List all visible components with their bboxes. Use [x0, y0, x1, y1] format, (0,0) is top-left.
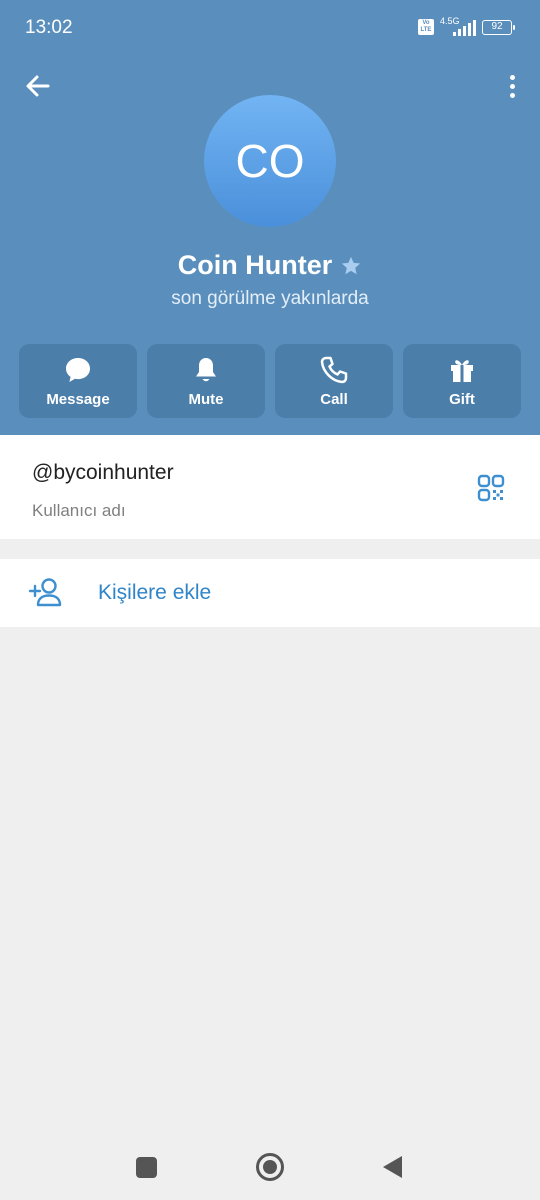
nav-back-button[interactable] [383, 1156, 402, 1178]
avatar[interactable]: CO [204, 95, 336, 227]
message-label: Message [46, 390, 110, 408]
message-icon [66, 357, 90, 382]
contact-name: Coin Hunter [177, 250, 333, 280]
gift-button[interactable]: Gift [403, 344, 521, 418]
recents-button[interactable] [136, 1157, 157, 1178]
username-value[interactable]: @bycoinhunter [32, 461, 174, 485]
message-button[interactable]: Message [19, 344, 137, 418]
volte-icon: Vo LTE [418, 19, 434, 35]
mute-button[interactable]: Mute [147, 344, 265, 418]
battery-icon: 92 [482, 19, 515, 35]
action-buttons: Message Mute Call Gift [19, 344, 521, 418]
username-card[interactable]: @bycoinhunter Kullanıcı adı [0, 435, 540, 539]
qr-code-icon[interactable] [477, 474, 505, 502]
phone-icon [320, 356, 348, 383]
signal-bars [453, 20, 476, 36]
add-contact-row[interactable]: Kişilere ekle [0, 559, 540, 627]
last-seen-status: son görülme yakınlarda [171, 288, 369, 309]
add-contact-label: Kişilere ekle [98, 581, 212, 604]
more-vert-icon [509, 74, 515, 80]
more-menu-button[interactable] [502, 68, 522, 104]
home-button[interactable] [256, 1153, 284, 1181]
star-icon[interactable] [340, 255, 362, 277]
signal-icon: 4.5G [440, 16, 476, 36]
mute-label: Mute [188, 390, 224, 408]
name-row: Coin Hunter [0, 250, 540, 281]
add-person-icon [28, 578, 62, 607]
call-button[interactable]: Call [275, 344, 393, 418]
status-icons: Vo LTE 4.5G 92 [418, 16, 515, 37]
gift-label: Gift [449, 390, 475, 408]
system-nav-bar [0, 1132, 540, 1200]
call-label: Call [320, 390, 348, 408]
gift-icon [451, 359, 473, 382]
username-caption: Kullanıcı adı [32, 501, 126, 520]
back-button[interactable] [20, 68, 56, 104]
status-bar: 13:02 Vo LTE 4.5G 92 [0, 0, 540, 54]
bell-icon [196, 357, 216, 381]
profile-header: 13:02 Vo LTE 4.5G 92 CO Coin Hunter son g… [0, 0, 540, 435]
arrow-left-icon [26, 75, 50, 97]
status-time: 13:02 [25, 17, 73, 38]
